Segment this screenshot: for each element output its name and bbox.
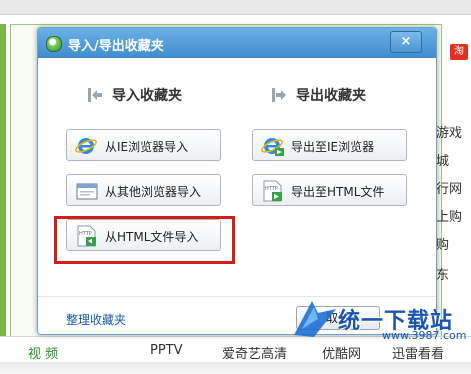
right-item[interactable]: 购 [436, 234, 449, 253]
import-from-ie-button[interactable]: 从IE浏览器导入 [66, 129, 221, 161]
ie-icon [75, 138, 97, 154]
browser-window-icon [76, 183, 98, 200]
export-to-html-button[interactable]: HTTP 导出至HTML文件 [252, 174, 407, 206]
export-to-ie-button[interactable]: 导出至IE浏览器 [252, 129, 407, 161]
bottom-shadow [0, 362, 471, 374]
bottom-nav-item[interactable]: 优酷网 [322, 343, 361, 362]
site-watermark: 统一下载站 www.3987.com [292, 297, 471, 344]
right-item[interactable]: 游戏 [436, 122, 462, 141]
export-to-ie-label: 导出至IE浏览器 [291, 140, 375, 154]
right-item[interactable]: 上购 [436, 206, 462, 225]
import-from-other-browser-label: 从其他浏览器导入 [105, 185, 202, 199]
export-arrow-icon [272, 88, 286, 102]
import-from-other-browser-button[interactable]: 从其他浏览器导入 [66, 174, 221, 206]
browser-top-strip [0, 0, 471, 15]
watermark-url: www.3987.com [382, 329, 467, 342]
export-section-title: 导出收藏夹 [296, 88, 366, 104]
bottom-nav-item[interactable]: PPTV [150, 343, 183, 358]
import-section-title: 导入收藏夹 [112, 88, 182, 104]
bottom-nav-item[interactable]: 爱奇艺高清 [222, 343, 287, 362]
left-green-bar [0, 24, 6, 354]
import-export-dialog: 导入/导出收藏夹 × 导入收藏夹 导出收藏夹 从IE浏览器导入 从其他浏览器导入… [37, 27, 437, 335]
watermark-logo-icon [294, 301, 336, 337]
dialog-title: 导入/导出收藏夹 [68, 39, 164, 54]
dialog-content: 导入收藏夹 导出收藏夹 从IE浏览器导入 从其他浏览器导入 HTTP 从HTML… [38, 58, 436, 334]
right-column: 游戏 城 行网 上购 购 东 [432, 30, 471, 340]
export-to-html-label: 导出至HTML文件 [291, 185, 385, 199]
html-file-icon: HTTP [263, 180, 282, 202]
bottom-nav-item[interactable]: 视 频 [28, 343, 58, 362]
import-arrow-icon [88, 88, 102, 102]
dialog-titlebar[interactable]: 导入/导出收藏夹 × [38, 28, 436, 58]
ie-icon [261, 138, 284, 156]
import-from-ie-label: 从IE浏览器导入 [105, 140, 189, 154]
right-item[interactable]: 城 [436, 150, 449, 169]
highlight-box [54, 216, 235, 264]
right-item[interactable]: 东 [436, 264, 449, 283]
right-item[interactable]: 行网 [436, 178, 462, 197]
app-logo-icon [46, 36, 62, 52]
bottom-nav-item[interactable]: 迅雷看看 [392, 343, 444, 362]
manage-favorites-link[interactable]: 整理收藏夹 [66, 311, 126, 328]
close-button[interactable]: × [390, 31, 422, 53]
svg-text:HTTP: HTTP [265, 186, 278, 192]
